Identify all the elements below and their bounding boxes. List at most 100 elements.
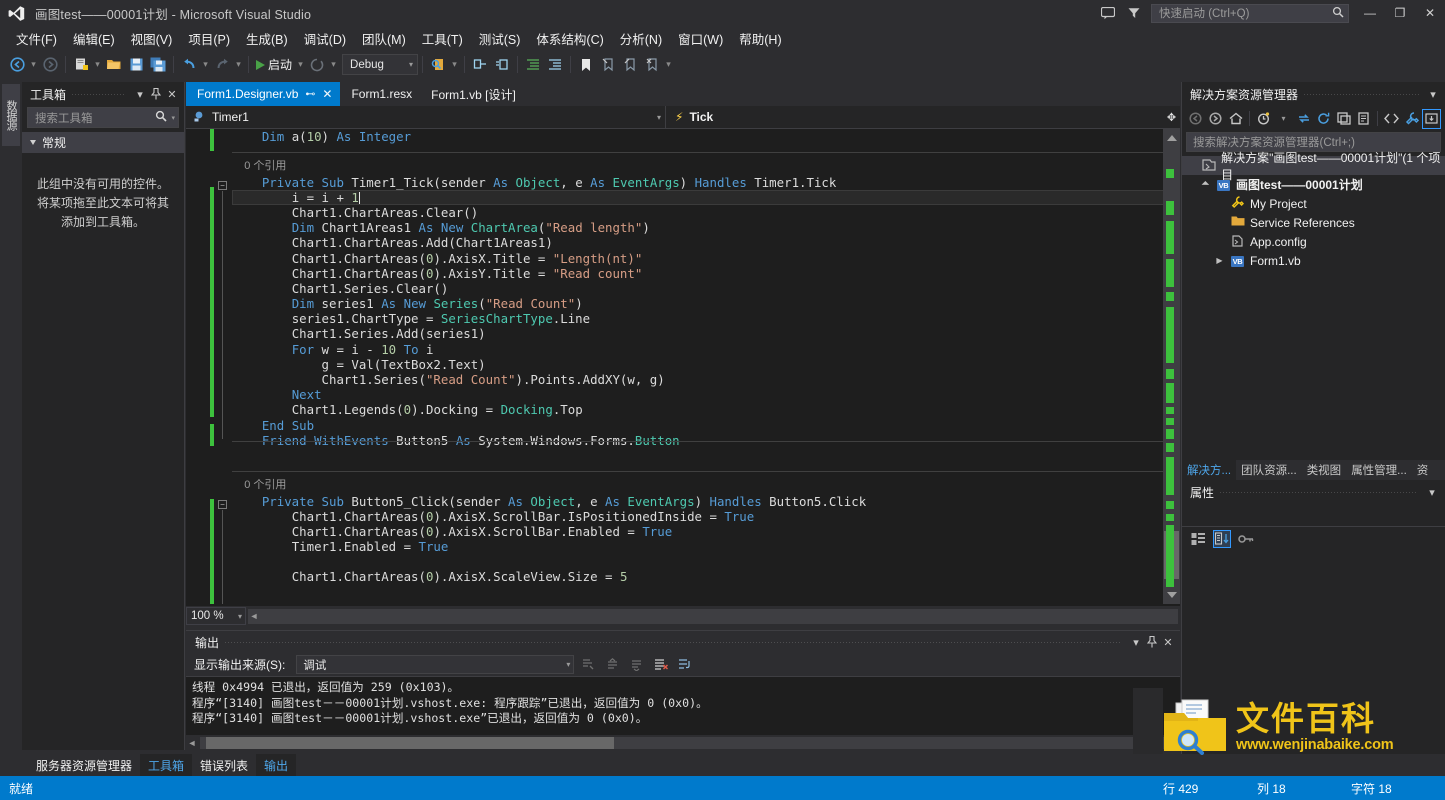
clear-output-icon[interactable] <box>651 655 670 674</box>
editor-horizontal-scrollbar[interactable]: ◄ <box>248 609 1178 624</box>
editor-tab-0[interactable]: Form1.Designer.vb⊷✕ <box>186 82 340 106</box>
refresh-icon[interactable] <box>1314 109 1333 129</box>
toolbox-search-input[interactable]: 搜索工具箱 ▾ <box>27 107 179 128</box>
menu-item-0[interactable]: 文件(F) <box>8 27 65 50</box>
redo-dropdown[interactable]: ▾ <box>233 54 244 76</box>
scrollbar-thumb[interactable] <box>206 737 614 749</box>
solution-tree-node-4[interactable]: App.config <box>1182 232 1445 251</box>
output-close-button[interactable]: ✕ <box>1160 633 1176 651</box>
menu-item-11[interactable]: 窗口(W) <box>670 27 731 50</box>
go-to-next-icon[interactable] <box>627 655 646 674</box>
filter-icon[interactable] <box>1121 0 1147 26</box>
show-all-files-icon[interactable] <box>1354 109 1373 129</box>
next-bookmark-icon[interactable] <box>619 54 641 76</box>
collapse-region-button[interactable]: − <box>218 181 227 190</box>
bookmark-icon[interactable] <box>575 54 597 76</box>
right-dock-tab-2[interactable]: 类视图 <box>1302 460 1347 480</box>
menu-item-8[interactable]: 测试(S) <box>471 27 529 50</box>
toggle-word-wrap-icon[interactable] <box>675 655 694 674</box>
indent-decrease-icon[interactable] <box>544 54 566 76</box>
toolbox-close-button[interactable]: ✕ <box>164 85 180 103</box>
menu-item-2[interactable]: 视图(V) <box>123 27 181 50</box>
previous-bookmark-icon[interactable] <box>597 54 619 76</box>
toolbox-pin-button[interactable] <box>148 85 164 103</box>
new-project-icon[interactable] <box>70 54 92 76</box>
event-dropdown[interactable]: ⚡ Tick <box>666 110 713 124</box>
step-into-icon[interactable] <box>469 54 491 76</box>
output-source-combo[interactable]: 调试 ▾ <box>296 655 574 674</box>
step-over-icon[interactable] <box>491 54 513 76</box>
scroll-left-arrow[interactable]: ◄ <box>186 738 198 748</box>
glyph-margin[interactable] <box>186 129 210 604</box>
close-button[interactable]: ✕ <box>1415 0 1445 26</box>
clear-bookmarks-icon[interactable] <box>641 54 663 76</box>
right-dock-tab-3[interactable]: 属性管理... <box>1346 460 1412 480</box>
solution-tree-node-3[interactable]: Service References <box>1182 213 1445 232</box>
output-menu-button[interactable]: ▾ <box>1128 633 1144 651</box>
collapse-region-button[interactable]: − <box>218 500 227 509</box>
expander-icon[interactable]: ◣ <box>1199 178 1212 191</box>
quick-launch-input[interactable]: 快速启动 (Ctrl+Q) <box>1151 4 1349 23</box>
editor-tab-1[interactable]: Form1.resx <box>340 82 420 106</box>
navigate-back-dropdown[interactable]: ▾ <box>28 54 39 76</box>
menu-item-12[interactable]: 帮助(H) <box>731 27 789 50</box>
output-scroll-track[interactable] <box>200 737 1166 749</box>
view-code-icon[interactable] <box>1382 109 1401 129</box>
scroll-left-arrow[interactable]: ◄ <box>248 611 260 621</box>
menu-item-7[interactable]: 工具(T) <box>414 27 471 50</box>
scroll-right-arrow[interactable]: ► <box>1168 738 1180 748</box>
indent-increase-icon[interactable] <box>522 54 544 76</box>
menu-item-3[interactable]: 项目(P) <box>180 27 238 50</box>
solution-tree-node-2[interactable]: My Project <box>1182 194 1445 213</box>
scroll-up-arrow[interactable] <box>1167 135 1177 141</box>
solution-explorer-menu-button[interactable]: ▾ <box>1425 85 1441 103</box>
undo-icon[interactable] <box>178 54 200 76</box>
redo-icon[interactable] <box>211 54 233 76</box>
chevron-down-icon[interactable]: ▾ <box>1274 109 1293 129</box>
minimize-button[interactable]: — <box>1355 0 1385 26</box>
new-project-dropdown[interactable]: ▾ <box>92 54 103 76</box>
categorized-icon[interactable] <box>1189 530 1207 548</box>
code-text[interactable]: Dim a(10) As Integer 0 个引用 Private Sub T… <box>232 129 1180 604</box>
find-message-icon[interactable] <box>579 655 598 674</box>
code-editor-surface[interactable]: − − Dim a(10) As Integer 0 个引用 Private S… <box>186 129 1180 604</box>
solution-tree-node-0[interactable]: 解决方案"画图test——00001计划"(1 个项目 <box>1182 156 1445 175</box>
collapse-all-icon[interactable] <box>1334 109 1353 129</box>
events-key-icon[interactable] <box>1237 530 1255 548</box>
data-sources-vertical-tab[interactable]: 数据源 <box>2 84 20 146</box>
editor-splitter-handle[interactable]: ✥ <box>1164 110 1179 126</box>
expander-icon[interactable]: ▶ <box>1214 256 1225 265</box>
properties-wrench-icon[interactable] <box>1402 109 1421 129</box>
right-dock-tab-1[interactable]: 团队资源... <box>1236 460 1302 480</box>
toolbox-group-general[interactable]: 常规 <box>22 132 184 153</box>
toolbox-menu-button[interactable]: ▾ <box>132 85 148 103</box>
navigate-back-button[interactable] <box>6 54 28 76</box>
maximize-button[interactable]: ❐ <box>1385 0 1415 26</box>
undo-dropdown[interactable]: ▾ <box>200 54 211 76</box>
outlining-margin[interactable]: − − <box>216 129 230 604</box>
go-to-previous-icon[interactable] <box>603 655 622 674</box>
find-dropdown[interactable]: ▾ <box>449 54 460 76</box>
feedback-icon[interactable] <box>1095 0 1121 26</box>
right-dock-tab-4[interactable]: 资 <box>1412 460 1434 480</box>
editor-vertical-scrollbar[interactable] <box>1163 129 1180 604</box>
toolbar-overflow-button[interactable]: ▾ <box>663 54 674 76</box>
save-icon[interactable] <box>125 54 147 76</box>
sync-with-active-document-icon[interactable] <box>1294 109 1313 129</box>
close-icon[interactable]: ✕ <box>322 87 332 101</box>
solution-tree-node-5[interactable]: ▶VBForm1.vb <box>1182 251 1445 270</box>
alphabetical-icon[interactable] <box>1213 530 1231 548</box>
stop-icon[interactable] <box>306 54 328 76</box>
zoom-level-combo[interactable]: 100 % ▾ <box>186 607 246 625</box>
forward-icon[interactable] <box>1206 109 1225 129</box>
menu-item-9[interactable]: 体系结构(C) <box>528 27 611 50</box>
menu-item-10[interactable]: 分析(N) <box>612 27 670 50</box>
scroll-down-arrow[interactable] <box>1167 592 1177 598</box>
output-pin-button[interactable] <box>1144 633 1160 651</box>
save-all-icon[interactable] <box>147 54 169 76</box>
find-in-files-icon[interactable] <box>427 54 449 76</box>
pending-changes-icon[interactable] <box>1254 109 1273 129</box>
open-file-icon[interactable] <box>103 54 125 76</box>
pin-icon[interactable]: ⊷ <box>305 89 315 100</box>
solution-configuration-combo[interactable]: Debug ▾ <box>342 54 418 75</box>
